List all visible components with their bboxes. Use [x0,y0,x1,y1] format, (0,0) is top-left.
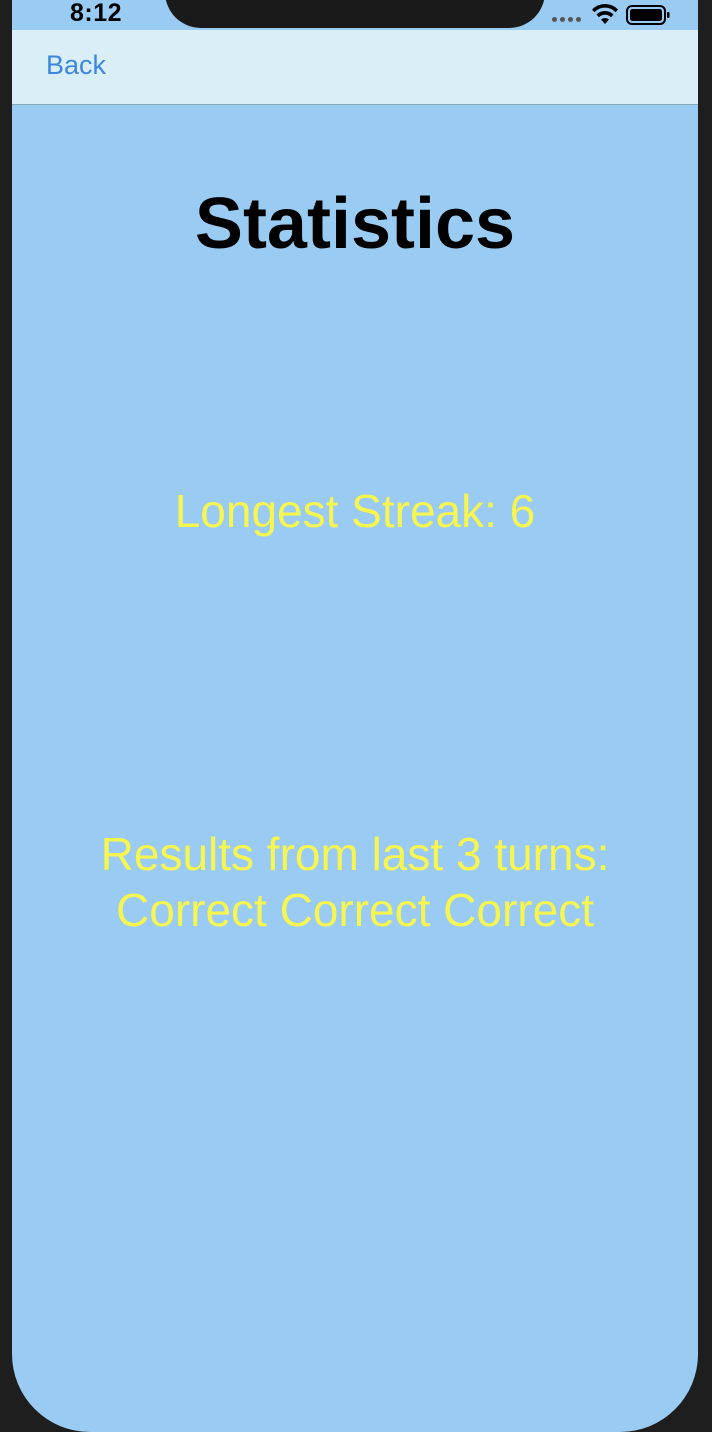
navigation-bar: Back [12,30,698,105]
device-frame: 8:12 Back Statistics Longest Streak: 6 R… [0,0,712,1432]
longest-streak-label: Longest Streak: 6 [174,485,536,537]
device-notch [165,0,545,28]
back-button[interactable]: Back [46,50,106,81]
battery-icon [626,5,670,25]
results-values: Correct Correct Correct [116,884,594,936]
page-title: Statistics [194,184,516,264]
status-time: 8:12 [70,0,123,27]
status-bar: 8:12 [12,0,698,30]
cellular-signal-icon [552,17,581,22]
results-heading: Results from last 3 turns: [100,828,610,880]
wifi-icon [592,3,618,24]
recent-results: Results from last 3 turns: Correct Corre… [12,826,698,938]
app-screen: 8:12 Back Statistics Longest Streak: 6 R… [12,0,698,1432]
